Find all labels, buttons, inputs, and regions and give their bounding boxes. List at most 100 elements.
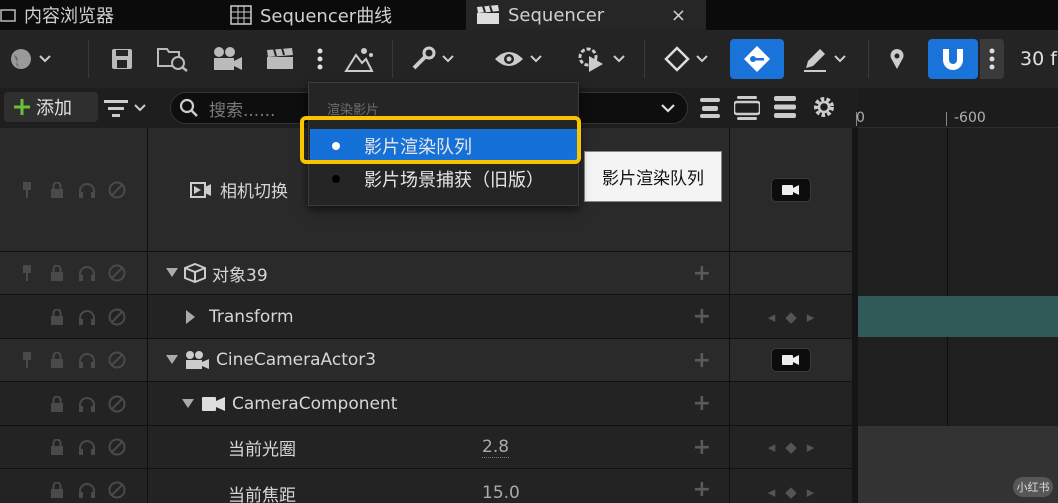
tick-label: 0 — [856, 110, 865, 126]
transform-track-section[interactable] — [858, 296, 1058, 337]
close-tab-button[interactable]: × — [671, 5, 686, 26]
kebab-icon — [989, 48, 995, 70]
add-key-diamond-icon[interactable]: ◆ — [785, 308, 797, 326]
track-label: 当前光圈 — [228, 439, 296, 460]
save-button[interactable] — [108, 42, 136, 76]
pin-icon[interactable] — [16, 262, 38, 284]
camera-lock-button[interactable] — [771, 348, 811, 372]
clapperboard-button[interactable] — [264, 42, 296, 76]
add-key-button[interactable]: + — [693, 435, 711, 460]
focal-length-value-field[interactable]: 15.0 — [482, 483, 520, 503]
settings-button[interactable] — [812, 95, 836, 119]
cube-icon — [184, 263, 206, 283]
snap-options-button[interactable] — [980, 39, 1004, 79]
add-subtrack-button[interactable]: + — [693, 261, 711, 286]
prev-key-icon[interactable]: ◂ — [768, 483, 776, 501]
menu-item-legacy-capture[interactable]: 影片场景捕获（旧版） — [310, 162, 578, 196]
chevron-down-icon — [661, 103, 675, 113]
headphones-icon[interactable] — [76, 349, 98, 371]
filter-dropdown[interactable] — [104, 96, 156, 120]
mute-icon[interactable] — [106, 479, 128, 501]
prev-key-icon[interactable]: ◂ — [768, 308, 776, 326]
next-key-icon[interactable]: ▸ — [807, 438, 815, 456]
tab-sequencer-curves[interactable]: Sequencer曲线 — [230, 0, 460, 30]
caret-down-icon[interactable] — [166, 268, 178, 278]
location-button[interactable] — [884, 42, 910, 76]
add-key-button[interactable]: + — [693, 477, 711, 502]
auto-key-button[interactable] — [730, 39, 784, 79]
lock-icon[interactable] — [46, 179, 68, 201]
list-view-button[interactable] — [774, 96, 796, 118]
prev-key-icon[interactable]: ◂ — [768, 438, 776, 456]
track-row-current-focal-length[interactable]: 当前焦距 15.0 + ◂ ◆ ▸ — [0, 469, 852, 503]
track-key-cell: ◂ ◆ ▸ — [730, 426, 852, 468]
track-name-cell: 当前光圈 2.8 + — [148, 426, 730, 468]
headphones-icon[interactable] — [76, 306, 98, 328]
expand-button[interactable] — [734, 96, 760, 120]
add-key-diamond-icon[interactable]: ◆ — [785, 438, 797, 456]
lock-icon[interactable] — [46, 393, 68, 415]
chevron-down-icon — [613, 55, 625, 63]
annotation-highlight-box — [300, 116, 581, 164]
add-key-button[interactable]: + — [693, 304, 711, 329]
render-movie-button[interactable] — [342, 42, 376, 76]
track-row-transform[interactable]: Transform + ◂ ◆ ▸ — [0, 295, 852, 339]
caret-right-icon[interactable] — [186, 309, 195, 324]
wrench-icon — [412, 46, 436, 70]
playback-dropdown[interactable] — [568, 42, 632, 76]
caret-down-icon[interactable] — [182, 398, 194, 409]
headphones-icon[interactable] — [76, 393, 98, 415]
view-dropdown[interactable] — [488, 42, 548, 76]
caret-down-icon[interactable] — [166, 355, 178, 365]
mute-icon[interactable] — [106, 306, 128, 328]
camera-icon — [782, 184, 799, 195]
headphones-icon[interactable] — [76, 262, 98, 284]
lock-icon[interactable] — [46, 479, 68, 501]
pin-icon[interactable] — [16, 349, 38, 371]
add-subtrack-button[interactable]: + — [693, 348, 711, 373]
add-track-button[interactable]: 添加 — [4, 92, 98, 122]
headphones-icon[interactable] — [76, 179, 98, 201]
mute-icon[interactable] — [106, 436, 128, 458]
next-key-icon[interactable]: ▸ — [807, 308, 815, 326]
lock-icon[interactable] — [46, 306, 68, 328]
pin-icon[interactable] — [16, 179, 38, 201]
tab-sequencer[interactable]: Sequencer × — [466, 0, 706, 30]
aperture-value-field[interactable]: 2.8 — [482, 437, 510, 458]
key-navigation: ◂ ◆ ▸ — [768, 483, 815, 501]
track-name-cell: CineCameraActor3 + — [148, 339, 730, 381]
keyframe-dropdown[interactable] — [658, 42, 714, 76]
browse-button[interactable] — [156, 42, 190, 76]
collapse-button[interactable] — [700, 98, 720, 118]
edit-dropdown[interactable] — [794, 42, 854, 76]
lock-icon[interactable] — [46, 349, 68, 371]
track-row-cine-camera-actor[interactable]: CineCameraActor3 + — [0, 339, 852, 382]
mute-icon[interactable] — [106, 179, 128, 201]
time-ruler[interactable]: 0 -600 — [856, 88, 1058, 128]
lock-icon[interactable] — [46, 262, 68, 284]
tools-dropdown[interactable] — [404, 42, 460, 76]
track-row-current-aperture[interactable]: 当前光圈 2.8 + ◂ ◆ ▸ — [0, 426, 852, 469]
next-key-icon[interactable]: ▸ — [807, 483, 815, 501]
snap-button[interactable] — [928, 39, 978, 79]
gear-play-icon — [578, 47, 603, 72]
camera-actor-button[interactable] — [210, 42, 244, 76]
frame-rate-display[interactable]: 30 f — [1020, 42, 1058, 76]
track-label: CameraComponent — [232, 393, 398, 414]
timeline-panel[interactable]: 0 -600 — [856, 88, 1058, 503]
mute-icon[interactable] — [106, 349, 128, 371]
mute-icon[interactable] — [106, 393, 128, 415]
headphones-icon[interactable] — [76, 479, 98, 501]
camera-lock-button[interactable] — [771, 177, 811, 202]
headphones-icon[interactable] — [76, 436, 98, 458]
track-row-camera-component[interactable]: CameraComponent + — [0, 382, 852, 426]
tab-content-browser[interactable]: 内容浏览器 — [0, 0, 208, 30]
add-key-diamond-icon[interactable]: ◆ — [785, 483, 797, 501]
lock-icon[interactable] — [46, 436, 68, 458]
mute-icon[interactable] — [106, 262, 128, 284]
key-navigation: ◂ ◆ ▸ — [768, 308, 815, 326]
track-row-object39[interactable]: 对象39 + — [0, 252, 852, 295]
add-subtrack-button[interactable]: + — [693, 391, 711, 416]
world-dropdown[interactable] — [2, 42, 58, 76]
more-options-button[interactable] — [312, 42, 328, 76]
